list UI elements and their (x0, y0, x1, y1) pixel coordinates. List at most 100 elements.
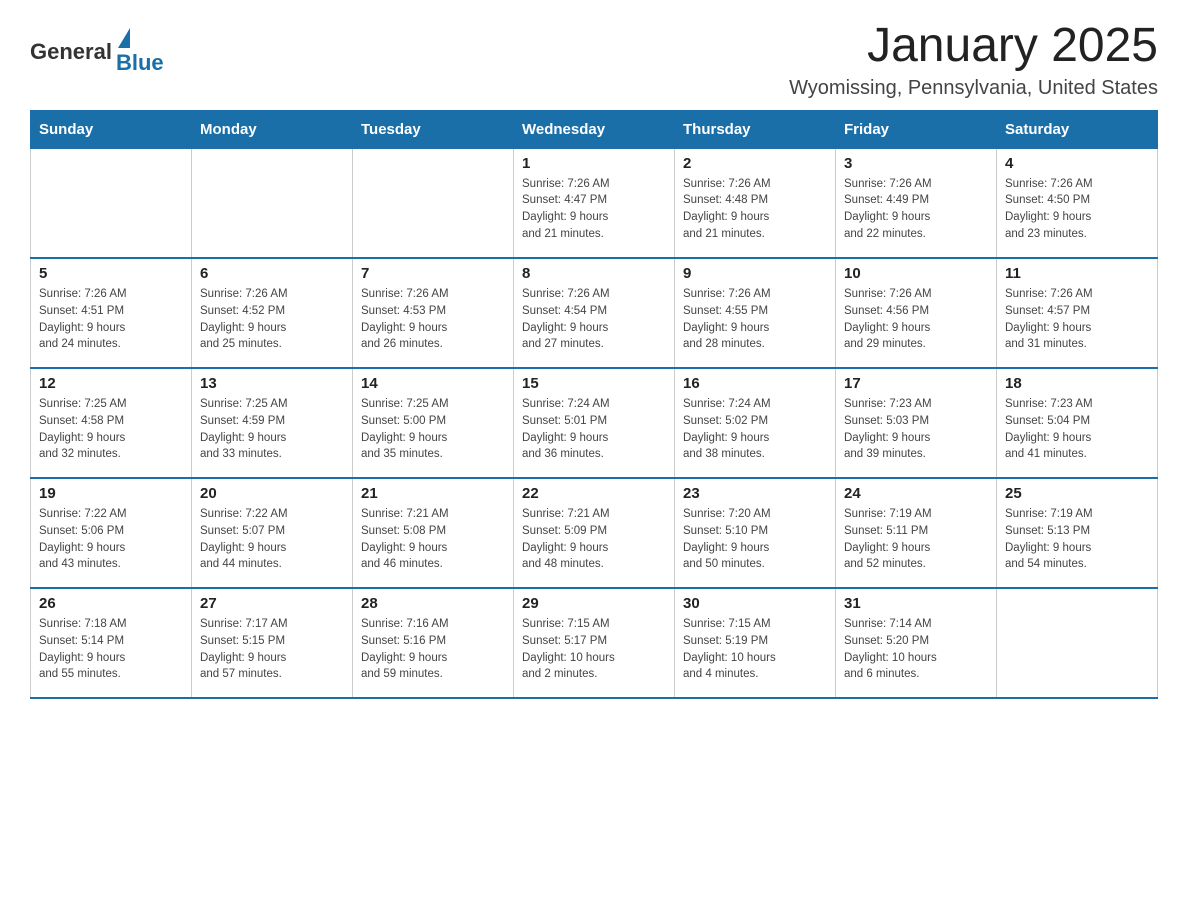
calendar-cell: 13 Sunrise: 7:25 AMSunset: 4:59 PMDayligh… (192, 368, 353, 478)
calendar-cell: 15 Sunrise: 7:24 AMSunset: 5:01 PMDayligh… (514, 368, 675, 478)
day-number: 18 (1005, 375, 1149, 392)
weekday-header-thursday: Thursday (675, 110, 836, 148)
day-info: Sunrise: 7:19 AMSunset: 5:13 PMDaylight:… (1005, 506, 1149, 573)
calendar-cell: 5Sunrise: 7:26 AMSunset: 4:51 PMDaylight… (31, 258, 192, 368)
calendar-cell: 20 Sunrise: 7:22 AMSunset: 5:07 PMDayligh… (192, 478, 353, 588)
weekday-header-saturday: Saturday (997, 110, 1158, 148)
calendar-week-row: 12 Sunrise: 7:25 AMSunset: 4:58 PMDayligh… (31, 368, 1158, 478)
day-number: 30 (683, 595, 827, 612)
day-number: 28 (361, 595, 505, 612)
calendar-cell: 21 Sunrise: 7:21 AMSunset: 5:08 PMDayligh… (353, 478, 514, 588)
logo-triangle-icon (118, 28, 130, 48)
day-info: Sunrise: 7:16 AMSunset: 5:16 PMDaylight:… (361, 616, 505, 683)
day-number: 31 (844, 595, 988, 612)
calendar-cell: 2 Sunrise: 7:26 AMSunset: 4:48 PMDaylight… (675, 148, 836, 258)
day-info: Sunrise: 7:22 AMSunset: 5:06 PMDaylight:… (39, 506, 183, 573)
page-header: General Blue January 2025 Wyomissing, Pe… (30, 20, 1158, 100)
calendar-table: SundayMondayTuesdayWednesdayThursdayFrid… (30, 110, 1158, 700)
day-info: Sunrise: 7:14 AMSunset: 5:20 PMDaylight:… (844, 616, 988, 683)
calendar-cell: 26 Sunrise: 7:18 AMSunset: 5:14 PMDayligh… (31, 588, 192, 698)
calendar-week-row: 1 Sunrise: 7:26 AMSunset: 4:47 PMDaylight… (31, 148, 1158, 258)
day-number: 8 (522, 265, 666, 282)
calendar-cell: 18 Sunrise: 7:23 AMSunset: 5:04 PMDayligh… (997, 368, 1158, 478)
day-number: 7 (361, 265, 505, 282)
day-number: 26 (39, 595, 183, 612)
day-info: Sunrise: 7:23 AMSunset: 5:03 PMDaylight:… (844, 396, 988, 463)
day-info: Sunrise: 7:25 AMSunset: 4:58 PMDaylight:… (39, 396, 183, 463)
day-number: 16 (683, 375, 827, 392)
day-number: 4 (1005, 155, 1149, 172)
day-info: Sunrise: 7:17 AMSunset: 5:15 PMDaylight:… (200, 616, 344, 683)
day-info: Sunrise: 7:18 AMSunset: 5:14 PMDaylight:… (39, 616, 183, 683)
day-info: Sunrise: 7:26 AMSunset: 4:54 PMDaylight:… (522, 286, 666, 353)
logo-text-general: General (30, 39, 112, 65)
calendar-cell: 14Sunrise: 7:25 AMSunset: 5:00 PMDayligh… (353, 368, 514, 478)
day-number: 27 (200, 595, 344, 612)
day-info: Sunrise: 7:24 AMSunset: 5:02 PMDaylight:… (683, 396, 827, 463)
day-number: 19 (39, 485, 183, 502)
calendar-cell (192, 148, 353, 258)
weekday-header-row: SundayMondayTuesdayWednesdayThursdayFrid… (31, 110, 1158, 148)
calendar-subtitle: Wyomissing, Pennsylvania, United States (789, 77, 1158, 100)
day-number: 15 (522, 375, 666, 392)
day-info: Sunrise: 7:26 AMSunset: 4:48 PMDaylight:… (683, 176, 827, 243)
calendar-cell (997, 588, 1158, 698)
calendar-cell: 22 Sunrise: 7:21 AMSunset: 5:09 PMDayligh… (514, 478, 675, 588)
calendar-cell (31, 148, 192, 258)
weekday-header-friday: Friday (836, 110, 997, 148)
day-number: 1 (522, 155, 666, 172)
day-number: 12 (39, 375, 183, 392)
day-info: Sunrise: 7:26 AMSunset: 4:57 PMDaylight:… (1005, 286, 1149, 353)
day-number: 14 (361, 375, 505, 392)
calendar-cell: 7 Sunrise: 7:26 AMSunset: 4:53 PMDaylight… (353, 258, 514, 368)
day-info: Sunrise: 7:26 AMSunset: 4:47 PMDaylight:… (522, 176, 666, 243)
calendar-cell: 27 Sunrise: 7:17 AMSunset: 5:15 PMDayligh… (192, 588, 353, 698)
day-info: Sunrise: 7:23 AMSunset: 5:04 PMDaylight:… (1005, 396, 1149, 463)
day-info: Sunrise: 7:24 AMSunset: 5:01 PMDaylight:… (522, 396, 666, 463)
day-number: 2 (683, 155, 827, 172)
calendar-cell: 30 Sunrise: 7:15 AMSunset: 5:19 PMDayligh… (675, 588, 836, 698)
day-number: 21 (361, 485, 505, 502)
day-number: 24 (844, 485, 988, 502)
day-info: Sunrise: 7:26 AMSunset: 4:52 PMDaylight:… (200, 286, 344, 353)
weekday-header-tuesday: Tuesday (353, 110, 514, 148)
day-number: 25 (1005, 485, 1149, 502)
day-number: 23 (683, 485, 827, 502)
calendar-cell: 8 Sunrise: 7:26 AMSunset: 4:54 PMDaylight… (514, 258, 675, 368)
calendar-cell (353, 148, 514, 258)
day-number: 10 (844, 265, 988, 282)
day-number: 22 (522, 485, 666, 502)
day-info: Sunrise: 7:21 AMSunset: 5:09 PMDaylight:… (522, 506, 666, 573)
calendar-week-row: 5Sunrise: 7:26 AMSunset: 4:51 PMDaylight… (31, 258, 1158, 368)
day-number: 13 (200, 375, 344, 392)
calendar-cell: 19 Sunrise: 7:22 AMSunset: 5:06 PMDayligh… (31, 478, 192, 588)
day-info: Sunrise: 7:21 AMSunset: 5:08 PMDaylight:… (361, 506, 505, 573)
day-info: Sunrise: 7:25 AMSunset: 4:59 PMDaylight:… (200, 396, 344, 463)
calendar-cell: 3 Sunrise: 7:26 AMSunset: 4:49 PMDaylight… (836, 148, 997, 258)
title-block: January 2025 Wyomissing, Pennsylvania, U… (789, 20, 1158, 100)
calendar-title: January 2025 (789, 20, 1158, 73)
calendar-cell: 23 Sunrise: 7:20 AMSunset: 5:10 PMDayligh… (675, 478, 836, 588)
calendar-cell: 11Sunrise: 7:26 AMSunset: 4:57 PMDayligh… (997, 258, 1158, 368)
calendar-week-row: 26 Sunrise: 7:18 AMSunset: 5:14 PMDayligh… (31, 588, 1158, 698)
day-number: 20 (200, 485, 344, 502)
day-number: 3 (844, 155, 988, 172)
day-number: 17 (844, 375, 988, 392)
day-info: Sunrise: 7:20 AMSunset: 5:10 PMDaylight:… (683, 506, 827, 573)
logo: General Blue (30, 28, 164, 76)
day-info: Sunrise: 7:22 AMSunset: 5:07 PMDaylight:… (200, 506, 344, 573)
calendar-cell: 24Sunrise: 7:19 AMSunset: 5:11 PMDayligh… (836, 478, 997, 588)
day-info: Sunrise: 7:15 AMSunset: 5:19 PMDaylight:… (683, 616, 827, 683)
day-number: 29 (522, 595, 666, 612)
weekday-header-sunday: Sunday (31, 110, 192, 148)
day-number: 9 (683, 265, 827, 282)
day-info: Sunrise: 7:26 AMSunset: 4:49 PMDaylight:… (844, 176, 988, 243)
calendar-cell: 29Sunrise: 7:15 AMSunset: 5:17 PMDayligh… (514, 588, 675, 698)
day-info: Sunrise: 7:26 AMSunset: 4:56 PMDaylight:… (844, 286, 988, 353)
weekday-header-wednesday: Wednesday (514, 110, 675, 148)
calendar-cell: 4Sunrise: 7:26 AMSunset: 4:50 PMDaylight… (997, 148, 1158, 258)
day-number: 5 (39, 265, 183, 282)
day-info: Sunrise: 7:26 AMSunset: 4:53 PMDaylight:… (361, 286, 505, 353)
calendar-cell: 31 Sunrise: 7:14 AMSunset: 5:20 PMDayligh… (836, 588, 997, 698)
logo-text-blue: Blue (116, 50, 164, 76)
